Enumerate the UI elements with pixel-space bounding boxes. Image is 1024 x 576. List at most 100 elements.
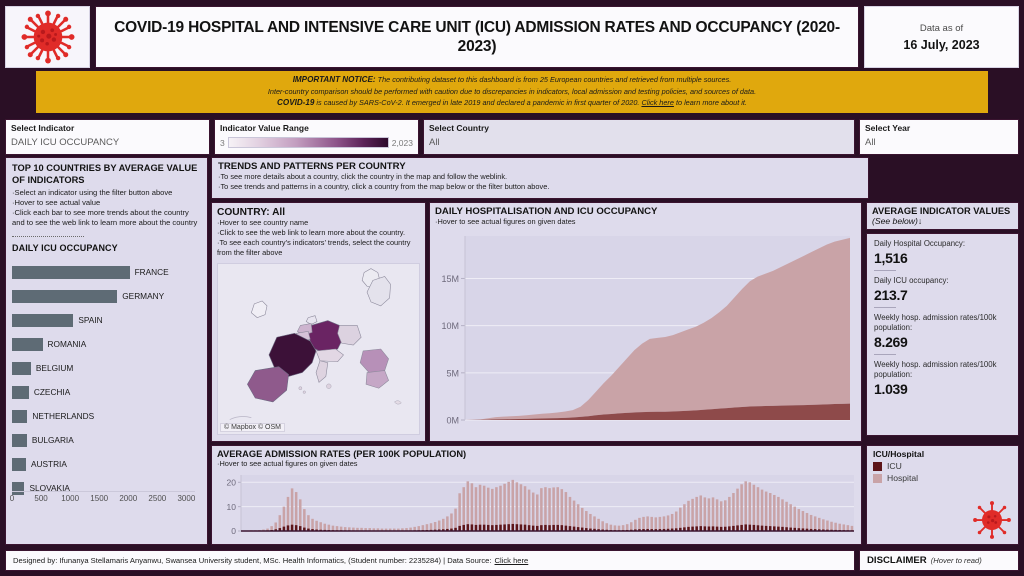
bar-hospital[interactable] (552, 487, 555, 531)
bar-hospital[interactable] (478, 484, 482, 531)
bar-hospital[interactable] (724, 500, 727, 531)
bar-hospital[interactable] (670, 513, 674, 531)
bar[interactable] (12, 289, 118, 303)
bar-icu[interactable] (556, 524, 559, 531)
bar-icu[interactable] (470, 524, 474, 531)
bar-hospital[interactable] (560, 489, 564, 531)
bar-icu[interactable] (466, 524, 470, 531)
bar[interactable] (12, 265, 130, 279)
bar-hospital[interactable] (544, 487, 547, 531)
bar-icu[interactable] (540, 525, 543, 531)
bar-icu[interactable] (482, 524, 486, 531)
area-chart-svg[interactable]: 0M 5M 10M 15M (435, 229, 858, 436)
bar-hospital[interactable] (486, 487, 490, 531)
bar-hospital[interactable] (838, 523, 841, 531)
bar-hospital[interactable] (576, 504, 580, 531)
bar-hospital[interactable] (290, 488, 294, 531)
bar-hospital[interactable] (597, 518, 600, 531)
bar-icu[interactable] (503, 524, 506, 531)
bar-hospital[interactable] (556, 487, 559, 531)
bar-hospital[interactable] (805, 512, 809, 531)
bar-hospital[interactable] (638, 517, 641, 531)
bar-hospital[interactable] (691, 498, 694, 531)
bar-hospital[interactable] (458, 493, 461, 531)
bar-hospital[interactable] (564, 492, 568, 531)
bar-icu[interactable] (507, 524, 510, 531)
bar-icu[interactable] (511, 523, 515, 531)
bar-hospital[interactable] (646, 516, 649, 531)
bar-hospital[interactable] (437, 520, 441, 531)
bar-row[interactable]: ROMANIA (12, 334, 201, 354)
map-svg[interactable] (218, 264, 419, 434)
bar-hospital[interactable] (319, 522, 322, 531)
bar-icu[interactable] (548, 525, 551, 531)
bar-icu[interactable] (536, 525, 539, 531)
select-year-filter[interactable]: Select Year All (859, 119, 1019, 155)
bar[interactable] (12, 337, 43, 351)
bar-hospital[interactable] (822, 519, 825, 531)
bar-hospital[interactable] (503, 483, 506, 531)
bar-hospital[interactable] (736, 488, 739, 531)
bar-hospital[interactable] (548, 488, 551, 531)
bar-icu[interactable] (478, 524, 482, 531)
bar-hospital[interactable] (703, 497, 707, 531)
bar-hospital[interactable] (707, 498, 711, 531)
bar-row[interactable]: AUSTRIA (12, 454, 201, 474)
bar-row[interactable]: CZECHIA (12, 382, 201, 402)
bar-icu[interactable] (515, 524, 519, 531)
bar-icu[interactable] (462, 524, 465, 531)
bar-icu[interactable] (552, 524, 555, 531)
bar-hospital[interactable] (507, 481, 510, 531)
bar-hospital[interactable] (728, 496, 731, 531)
bar-hospital[interactable] (817, 517, 821, 531)
bar-hospital[interactable] (568, 496, 572, 531)
bar-hospital[interactable] (621, 525, 625, 531)
bar-hospital[interactable] (482, 485, 486, 531)
bar-icu[interactable] (764, 525, 768, 531)
range-slider-track[interactable] (227, 137, 389, 149)
bar-hospital[interactable] (674, 511, 678, 531)
bar-hospital[interactable] (789, 504, 792, 531)
bar-row[interactable]: FRANCE (12, 262, 201, 282)
bar-hospital[interactable] (715, 499, 719, 531)
bar-hospital[interactable] (294, 492, 298, 531)
map-attribution[interactable]: © Mapbox © OSM (220, 422, 285, 432)
bar-hospital[interactable] (683, 504, 686, 531)
bar-icu[interactable] (740, 524, 743, 531)
bar-hospital[interactable] (650, 516, 653, 531)
bar[interactable] (12, 313, 74, 327)
bar[interactable] (12, 385, 29, 399)
select-indicator-filter[interactable]: Select Indicator DAILY ICU OCCUPANCY (5, 119, 210, 155)
bar-hospital[interactable] (474, 487, 478, 531)
bar-hospital[interactable] (527, 489, 531, 531)
bar-icu[interactable] (760, 525, 764, 531)
bar-hospital[interactable] (850, 525, 854, 531)
bar-hospital[interactable] (801, 511, 805, 531)
bar-hospital[interactable] (756, 487, 760, 531)
notice-learn-more-link[interactable]: Click here (641, 98, 673, 107)
bar-hospital[interactable] (711, 497, 715, 531)
bar-icu[interactable] (527, 525, 531, 531)
bar-hospital[interactable] (732, 493, 735, 531)
bar-hospital[interactable] (760, 489, 764, 531)
bar-hospital[interactable] (764, 491, 768, 531)
bar-hospital[interactable] (470, 483, 474, 531)
bar-hospital[interactable] (768, 493, 772, 531)
bar-hospital[interactable] (773, 494, 776, 531)
bar-hospital[interactable] (797, 509, 801, 531)
bar-hospital[interactable] (540, 488, 543, 531)
bar-hospital[interactable] (454, 508, 457, 531)
bar-hospital[interactable] (834, 522, 837, 531)
bar-icu[interactable] (290, 524, 294, 531)
average-admission-rates-bar-chart[interactable]: 0 10 20 (217, 470, 858, 541)
bar-icu[interactable] (544, 524, 547, 531)
bar-icu[interactable] (519, 524, 523, 531)
bar-hospital[interactable] (580, 507, 584, 531)
bar-hospital[interactable] (842, 524, 846, 531)
bar-hospital[interactable] (466, 481, 470, 531)
bar-hospital[interactable] (523, 486, 527, 531)
bar-hospital[interactable] (830, 521, 833, 531)
bar-hospital[interactable] (519, 484, 523, 531)
range-slider[interactable]: 3 2,023 (220, 137, 413, 149)
bar-icu[interactable] (752, 524, 756, 531)
